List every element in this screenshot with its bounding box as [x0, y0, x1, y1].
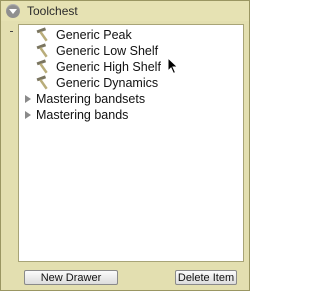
tree-connector-mark — [10, 31, 13, 32]
collapse-panel-icon[interactable] — [6, 4, 20, 18]
new-drawer-button[interactable]: New Drawer — [24, 270, 118, 285]
expand-triangle-icon[interactable] — [25, 111, 31, 119]
toolchest-tree[interactable]: Generic Peak Generic Low Shelf Generic H… — [18, 24, 244, 262]
panel-title: Toolchest — [27, 4, 78, 18]
hammer-icon — [36, 59, 48, 74]
hammer-icon — [36, 43, 48, 58]
panel-titlebar: Toolchest — [1, 1, 249, 21]
mouse-pointer-icon — [167, 57, 179, 75]
delete-item-button[interactable]: Delete Item — [175, 270, 237, 285]
hammer-icon — [36, 75, 48, 90]
expand-triangle-icon[interactable] — [25, 95, 31, 103]
hammer-icon — [36, 27, 48, 42]
